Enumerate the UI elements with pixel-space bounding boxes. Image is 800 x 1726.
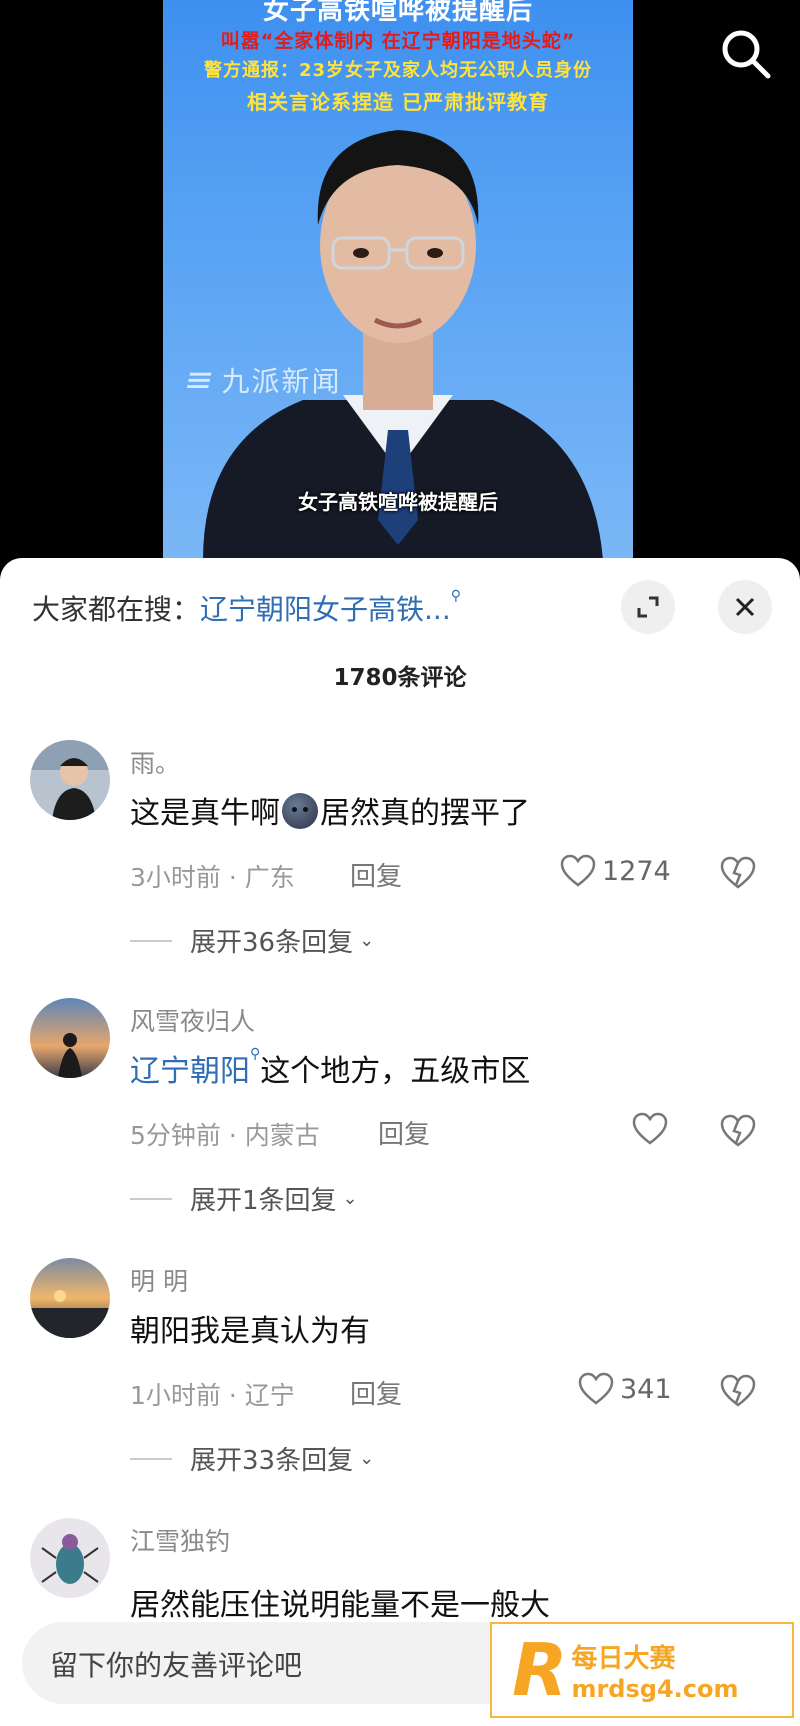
search-suggestion-link[interactable]: 辽宁朝阳女子高铁... (200, 593, 451, 626)
video-headline-title: 女子高铁喧哗被提醒后 (262, 0, 533, 26)
site-logo-icon: R (512, 1628, 568, 1712)
chevron-down-icon: ⌄ (342, 1188, 358, 1209)
expand-replies-label: 展开36条回复 (190, 928, 354, 958)
video-subtitle: 女子高铁喧哗被提醒后 (298, 490, 498, 514)
comment-time-location: 1小时前 · 辽宁 (130, 1381, 295, 1410)
expand-button[interactable] (621, 580, 675, 634)
search-suggestion-label: 大家都在搜： (32, 593, 201, 626)
comment-text-part: 这个地方，五级市区 (260, 1054, 531, 1089)
site-watermark-badge: R 每日大赛 mrdsg4.com (490, 1622, 794, 1718)
divider (130, 939, 172, 942)
video-frame: 女子高铁喧哗被提醒后 叫嚣“全家体制内 在辽宁朝阳是地头蛇” 警方通报：23岁女… (163, 0, 633, 560)
news-anchor-image (203, 130, 603, 560)
reply-button[interactable]: 回复 (350, 1374, 402, 1411)
emoji-icon (282, 793, 318, 829)
video-headline-quote: 叫嚣“全家体制内 在辽宁朝阳是地头蛇” (220, 30, 576, 52)
heart-icon (560, 854, 596, 887)
comment-item: 雨。 这是真牛啊 居然真的摆平了 3小时前 · 广东 回复 1274 展开36条回… (0, 740, 800, 970)
comment-username[interactable]: 雨。 (130, 744, 180, 780)
comment-text-part: 这是真牛啊 (130, 796, 280, 831)
comment-username[interactable]: 风雪夜归人 (130, 1002, 255, 1038)
watermark-text: 九派新闻 (221, 365, 342, 398)
news-watermark: ≡九派新闻 (181, 360, 342, 400)
news-logo-icon: ≡ (180, 360, 220, 400)
comment-input-placeholder: 留下你的友善评论吧 (50, 1649, 303, 1682)
dislike-heart-icon[interactable] (720, 856, 756, 890)
expand-replies-button[interactable]: 展开33条回复 ⌄ (130, 1440, 374, 1477)
avatar[interactable] (30, 998, 110, 1078)
close-icon (735, 597, 755, 617)
divider (130, 1457, 172, 1460)
heart-icon (632, 1112, 668, 1145)
comment-time-location: 5分钟前 · 内蒙古 (130, 1121, 320, 1150)
close-button[interactable] (718, 580, 772, 634)
comment-item: 江雪独钓 居然能压住说明能量不是一般大 (0, 1518, 800, 1628)
search-icon[interactable] (718, 26, 774, 82)
search-suggestion[interactable]: 大家都在搜：辽宁朝阳女子高铁...⚲ (32, 588, 461, 628)
dislike-heart-icon[interactable] (720, 1374, 756, 1408)
chevron-down-icon: ⌄ (359, 930, 375, 951)
like-count: 341 (620, 1373, 672, 1405)
reply-button[interactable]: 回复 (350, 856, 402, 893)
comment-panel: 大家都在搜：辽宁朝阳女子高铁...⚲ 1780条评论 雨。 这是真牛啊 居然真的摆… (0, 558, 800, 1726)
comment-count: 1780条评论 (333, 665, 467, 691)
comment-text: 朝阳我是真认为有 (130, 1314, 370, 1349)
comment-topic-link[interactable]: 辽宁朝阳 (130, 1054, 250, 1089)
video-headline-police: 警方通报：23岁女子及家人均无公职人员身份 (203, 60, 593, 81)
comment-username[interactable]: 江雪独钓 (130, 1522, 230, 1558)
comment-text: 这是真牛啊 居然真的摆平了 (130, 788, 530, 832)
comment-item: 风雪夜归人 辽宁朝阳⚲这个地方，五级市区 5分钟前 · 内蒙古 回复 展开1条回… (0, 998, 800, 1228)
expand-replies-label: 展开1条回复 (190, 1186, 337, 1216)
avatar[interactable] (30, 740, 110, 820)
comment-text: 居然能压住说明能量不是一般大 (130, 1588, 550, 1623)
comment-time-location: 3小时前 · 广东 (130, 863, 295, 892)
site-badge-title: 每日大赛 (571, 1643, 676, 1674)
like-button[interactable]: 341 (578, 1372, 672, 1406)
expand-replies-button[interactable]: 展开36条回复 ⌄ (130, 922, 374, 959)
comment-text-part: 居然真的摆平了 (320, 796, 530, 831)
expand-replies-label: 展开33条回复 (190, 1446, 354, 1476)
avatar[interactable] (30, 1518, 110, 1598)
expand-replies-button[interactable]: 展开1条回复 ⌄ (130, 1180, 358, 1217)
like-button[interactable] (632, 1112, 674, 1146)
like-count: 1274 (602, 855, 671, 887)
video-player[interactable]: 女子高铁喧哗被提醒后 叫嚣“全家体制内 在辽宁朝阳是地头蛇” 警方通报：23岁女… (0, 0, 800, 570)
like-button[interactable]: 1274 (560, 854, 671, 888)
expand-icon (637, 596, 659, 618)
video-headline-result: 相关言论系捏造 已严肃批评教育 (247, 90, 549, 114)
search-small-icon: ⚲ (450, 588, 461, 604)
divider (130, 1197, 172, 1200)
heart-icon (578, 1372, 614, 1405)
avatar[interactable] (30, 1258, 110, 1338)
chevron-down-icon: ⌄ (359, 1448, 375, 1469)
dislike-heart-icon[interactable] (720, 1114, 756, 1148)
comment-text: 辽宁朝阳⚲这个地方，五级市区 (130, 1046, 530, 1090)
comment-username[interactable]: 明 明 (130, 1262, 188, 1298)
reply-button[interactable]: 回复 (378, 1114, 430, 1151)
comment-item: 明 明 朝阳我是真认为有 1小时前 · 辽宁 回复 341 展开33条回复 ⌄ (0, 1258, 800, 1488)
site-badge-url: mrdsg4.com (571, 1674, 739, 1703)
search-small-icon: ⚲ (250, 1046, 261, 1062)
